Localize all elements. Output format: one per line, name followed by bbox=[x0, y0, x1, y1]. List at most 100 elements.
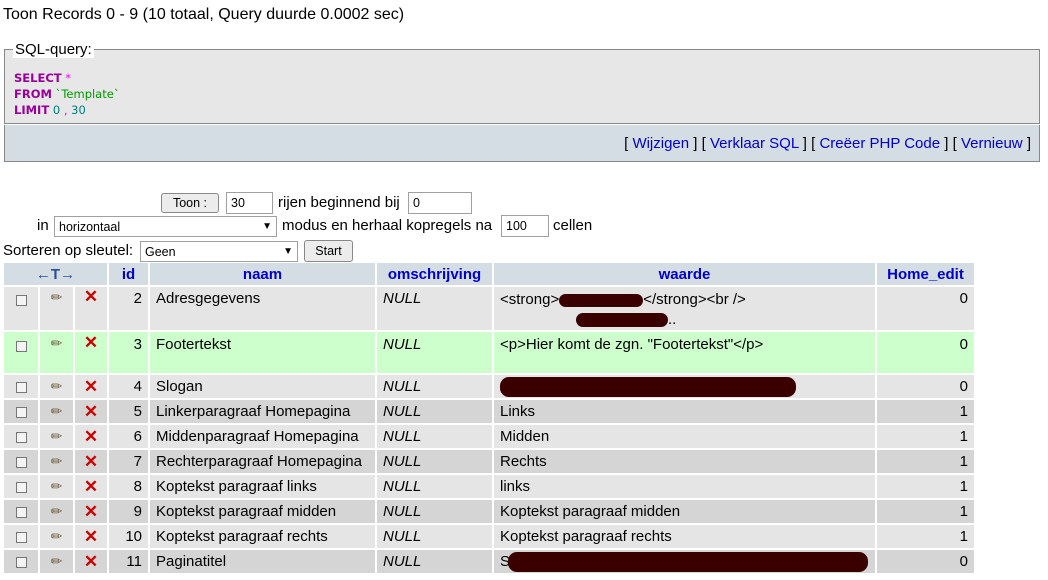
cell-naam: Koptekst paragraaf links bbox=[150, 475, 375, 498]
edit-cell: ✏ bbox=[40, 425, 73, 448]
sql-select-keyword: SELECT bbox=[14, 71, 62, 85]
delete-icon[interactable]: ✕ bbox=[84, 427, 98, 446]
row-checkbox-cell bbox=[4, 525, 38, 548]
toon-button[interactable]: Toon : bbox=[161, 193, 219, 213]
column-arrows-icon: ←T→ bbox=[35, 265, 76, 283]
row-checkbox[interactable] bbox=[15, 481, 27, 493]
pencil-icon[interactable]: ✏ bbox=[51, 453, 63, 469]
delete-cell: ✕ bbox=[75, 550, 107, 573]
sql-limit-keyword: LIMIT bbox=[14, 103, 50, 117]
redaction-mark bbox=[508, 551, 869, 572]
start-button[interactable]: Start bbox=[304, 240, 353, 262]
verklaar-sql-link[interactable]: Verklaar SQL bbox=[710, 135, 799, 152]
cell-naam: Adresgegevens bbox=[150, 287, 375, 330]
display-mode-select[interactable]: horizontaal ▼ bbox=[54, 216, 277, 237]
row-checkbox[interactable] bbox=[15, 456, 27, 468]
edit-cell: ✏ bbox=[40, 287, 73, 330]
cell-waarde: S bbox=[494, 550, 875, 573]
delete-icon[interactable]: ✕ bbox=[84, 477, 98, 496]
cell-id: 6 bbox=[109, 425, 148, 448]
edit-cell: ✏ bbox=[40, 475, 73, 498]
sort-key-select[interactable]: Geen ▼ bbox=[140, 241, 298, 262]
repeat-headers-input[interactable] bbox=[501, 215, 549, 237]
delete-icon[interactable]: ✕ bbox=[84, 502, 98, 521]
display-mode-value: horizontaal bbox=[59, 219, 121, 234]
column-header-omschrijving[interactable]: omschrijving bbox=[377, 263, 492, 285]
delete-cell: ✕ bbox=[75, 400, 107, 423]
cell-waarde: Koptekst paragraaf rechts bbox=[494, 525, 875, 548]
row-checkbox[interactable] bbox=[15, 506, 27, 518]
pencil-icon[interactable]: ✏ bbox=[51, 553, 63, 569]
cell-naam: Koptekst paragraaf midden bbox=[150, 500, 375, 523]
edit-cell: ✏ bbox=[40, 525, 73, 548]
row-checkbox[interactable] bbox=[15, 406, 27, 418]
cell-naam: Rechterparagraaf Homepagina bbox=[150, 450, 375, 473]
column-move-arrows[interactable]: ←T→ bbox=[4, 263, 107, 285]
table-row: ✏ ✕ 8 Koptekst paragraaf links NULL link… bbox=[4, 475, 974, 498]
edit-cell: ✏ bbox=[40, 450, 73, 473]
delete-cell: ✕ bbox=[75, 475, 107, 498]
column-header-waarde[interactable]: waarde bbox=[494, 263, 875, 285]
delete-icon[interactable]: ✕ bbox=[84, 287, 98, 306]
table-row: ✏ ✕ 9 Koptekst paragraaf midden NULL Kop… bbox=[4, 500, 974, 523]
delete-cell: ✕ bbox=[75, 287, 107, 330]
delete-icon[interactable]: ✕ bbox=[84, 552, 98, 571]
vernieuw-link[interactable]: Vernieuw bbox=[961, 135, 1023, 152]
cell-id: 7 bbox=[109, 450, 148, 473]
row-checkbox[interactable] bbox=[15, 556, 27, 568]
row-checkbox-cell bbox=[4, 400, 38, 423]
row-checkbox[interactable] bbox=[15, 431, 27, 443]
cell-id: 5 bbox=[109, 400, 148, 423]
column-header-id[interactable]: id bbox=[109, 263, 148, 285]
pencil-icon[interactable]: ✏ bbox=[51, 378, 63, 394]
delete-cell: ✕ bbox=[75, 425, 107, 448]
pencil-icon[interactable]: ✏ bbox=[51, 335, 63, 351]
delete-icon[interactable]: ✕ bbox=[84, 452, 98, 471]
row-checkbox[interactable] bbox=[15, 381, 27, 393]
sql-limit-count: 30 bbox=[71, 103, 86, 117]
wijzigen-link[interactable]: Wijzigen bbox=[632, 135, 689, 152]
cell-home-edit: 1 bbox=[877, 500, 974, 523]
sql-select-star: * bbox=[65, 71, 72, 85]
waarde-part-a: <strong> bbox=[500, 291, 560, 308]
cell-omschrijving: NULL bbox=[377, 400, 492, 423]
edit-cell: ✏ bbox=[40, 500, 73, 523]
pencil-icon[interactable]: ✏ bbox=[51, 403, 63, 419]
redaction-mark bbox=[500, 376, 796, 397]
cell-omschrijving: NULL bbox=[377, 500, 492, 523]
row-checkbox[interactable] bbox=[15, 340, 27, 352]
delete-icon[interactable]: ✕ bbox=[84, 402, 98, 421]
row-checkbox[interactable] bbox=[15, 294, 27, 306]
delete-icon[interactable]: ✕ bbox=[84, 377, 98, 396]
column-header-naam[interactable]: naam bbox=[150, 263, 375, 285]
start-row-input[interactable] bbox=[408, 192, 472, 214]
cell-id: 10 bbox=[109, 525, 148, 548]
sql-code: SELECT * FROM `Template` LIMIT 0 , 30 bbox=[14, 70, 120, 118]
chevron-down-icon: ▼ bbox=[262, 221, 272, 232]
cells-label: cellen bbox=[553, 217, 593, 234]
edit-cell: ✏ bbox=[40, 375, 73, 398]
rows-count-input[interactable] bbox=[226, 192, 273, 214]
delete-icon[interactable]: ✕ bbox=[84, 527, 98, 546]
cell-omschrijving: NULL bbox=[377, 550, 492, 573]
delete-cell: ✕ bbox=[75, 332, 107, 373]
column-header-home-edit[interactable]: Home_edit bbox=[877, 263, 974, 285]
waarde-part-c: .. bbox=[668, 311, 677, 328]
sql-limit-start: 0 bbox=[52, 103, 61, 117]
table-row: ✏ ✕ 7 Rechterparagraaf Homepagina NULL R… bbox=[4, 450, 974, 473]
pencil-icon[interactable]: ✏ bbox=[51, 478, 63, 494]
pencil-icon[interactable]: ✏ bbox=[51, 528, 63, 544]
cell-home-edit: 1 bbox=[877, 450, 974, 473]
pencil-icon[interactable]: ✏ bbox=[51, 503, 63, 519]
row-checkbox[interactable] bbox=[15, 531, 27, 543]
sort-label: Sorteren op sleutel: bbox=[3, 242, 134, 259]
pencil-icon[interactable]: ✏ bbox=[51, 428, 63, 444]
cell-waarde: links bbox=[494, 475, 875, 498]
cell-naam: Linkerparagraaf Homepagina bbox=[150, 400, 375, 423]
pencil-icon[interactable]: ✏ bbox=[51, 289, 63, 305]
cell-omschrijving: NULL bbox=[377, 425, 492, 448]
cell-waarde: Links bbox=[494, 400, 875, 423]
waarde-part-b: </strong><br /> bbox=[643, 291, 746, 308]
delete-icon[interactable]: ✕ bbox=[84, 333, 98, 352]
create-php-code-link[interactable]: Creëer PHP Code bbox=[819, 135, 940, 152]
